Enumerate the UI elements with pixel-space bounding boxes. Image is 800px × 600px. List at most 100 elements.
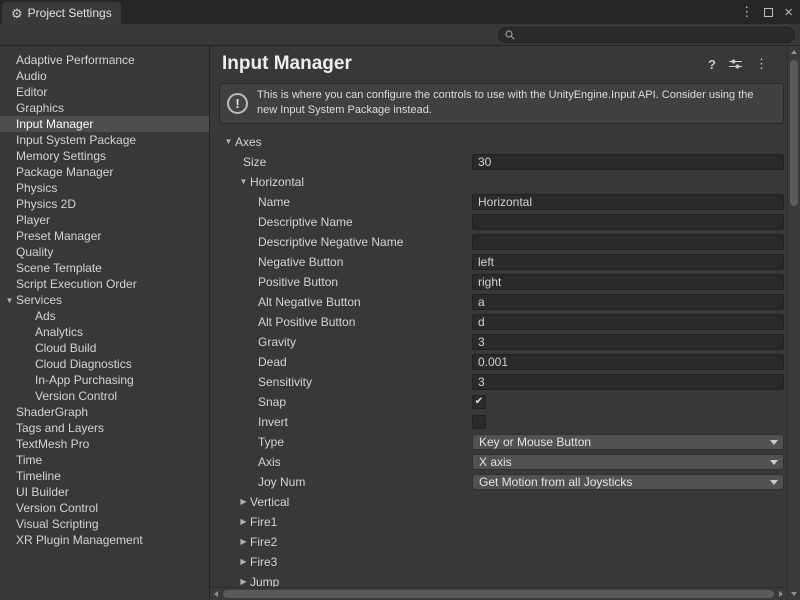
foldout-arrow-icon[interactable]: ▼	[237, 177, 250, 186]
row-label-area[interactable]: ▶Fire1	[210, 515, 784, 529]
vertical-scrollbar[interactable]	[787, 46, 800, 600]
sidebar-item-graphics[interactable]: Graphics	[0, 100, 209, 116]
field-area: Get Motion from all Joysticks	[472, 474, 784, 490]
sensitivity-input[interactable]	[472, 374, 784, 390]
foldout-arrow-icon[interactable]: ▼	[3, 296, 16, 305]
page-title: Input Manager	[222, 53, 708, 75]
negative-button-input[interactable]	[472, 254, 784, 270]
sidebar-item-time[interactable]: Time	[0, 452, 209, 468]
sidebar-item-ads[interactable]: Ads	[0, 308, 209, 324]
scroll-right-icon[interactable]	[779, 591, 783, 597]
field-label[interactable]: Fire3	[250, 555, 277, 569]
field-area	[472, 374, 784, 390]
sidebar-item-adaptive-performance[interactable]: Adaptive Performance	[0, 52, 209, 68]
row-axis: AxisX axis	[210, 452, 800, 472]
row-label-area: Gravity	[210, 335, 472, 349]
foldout-arrow-icon[interactable]: ▼	[222, 137, 235, 146]
scroll-up-icon[interactable]	[791, 50, 797, 54]
sidebar-item-timeline[interactable]: Timeline	[0, 468, 209, 484]
sidebar-item-player[interactable]: Player	[0, 212, 209, 228]
row-joy-num: Joy Num Get Motion from all Joysticks	[210, 472, 800, 492]
size-input[interactable]	[472, 154, 784, 170]
foldout-arrow-icon[interactable]: ▶	[237, 577, 250, 586]
maximize-icon[interactable]	[764, 8, 773, 17]
invert-checkbox[interactable]	[472, 415, 486, 429]
panel-menu-icon[interactable]: ⋮	[755, 56, 768, 72]
row-label-area: Axis	[210, 455, 472, 469]
descriptive-name-input[interactable]	[472, 214, 784, 230]
field-label[interactable]: Axes	[235, 135, 262, 149]
sidebar-item-version-control[interactable]: Version Control	[0, 500, 209, 516]
axis-dropdown[interactable]: X axis	[472, 454, 784, 470]
presets-icon[interactable]	[729, 58, 742, 70]
sidebar-item-script-execution-order[interactable]: Script Execution Order	[0, 276, 209, 292]
row-label-area: Alt Positive Button	[210, 315, 472, 329]
field-label[interactable]: Horizontal	[250, 175, 304, 189]
sidebar-item-preset-manager[interactable]: Preset Manager	[0, 228, 209, 244]
row-label-area[interactable]: ▼Axes	[210, 135, 784, 149]
sidebar-item-analytics[interactable]: Analytics	[0, 324, 209, 340]
sidebar-item-label: Time	[16, 453, 42, 467]
alt-positive-button-input[interactable]	[472, 314, 784, 330]
field-label[interactable]: Fire1	[250, 515, 277, 529]
scroll-down-icon[interactable]	[791, 592, 797, 596]
foldout-arrow-icon[interactable]: ▶	[237, 497, 250, 506]
sidebar-item-physics[interactable]: Physics	[0, 180, 209, 196]
tab-project-settings[interactable]: ⚙ Project Settings	[2, 2, 121, 24]
foldout-arrow-icon[interactable]: ▶	[237, 517, 250, 526]
gear-icon: ⚙	[11, 7, 23, 20]
field-label[interactable]: Fire2	[250, 535, 277, 549]
name-input[interactable]	[472, 194, 784, 210]
sidebar-item-tags-and-layers[interactable]: Tags and Layers	[0, 420, 209, 436]
sidebar-item-scene-template[interactable]: Scene Template	[0, 260, 209, 276]
scroll-left-icon[interactable]	[214, 591, 218, 597]
field-label: Joy Num	[258, 475, 305, 489]
sidebar-item-physics-2d[interactable]: Physics 2D	[0, 196, 209, 212]
alt-negative-button-input[interactable]	[472, 294, 784, 310]
row-label-area[interactable]: ▶Fire2	[210, 535, 784, 549]
dead-input[interactable]	[472, 354, 784, 370]
sidebar-item-input-manager[interactable]: Input Manager	[0, 116, 209, 132]
sidebar-item-cloud-diagnostics[interactable]: Cloud Diagnostics	[0, 356, 209, 372]
sidebar-item-input-system-package[interactable]: Input System Package	[0, 132, 209, 148]
positive-button-input[interactable]	[472, 274, 784, 290]
sidebar-item-version-control[interactable]: Version Control	[0, 388, 209, 404]
sidebar-item-package-manager[interactable]: Package Manager	[0, 164, 209, 180]
sidebar-item-audio[interactable]: Audio	[0, 68, 209, 84]
sidebar-item-in-app-purchasing[interactable]: In-App Purchasing	[0, 372, 209, 388]
sidebar-item-services[interactable]: ▼Services	[0, 292, 209, 308]
search-box[interactable]	[498, 27, 795, 43]
horizontal-scrollbar[interactable]	[210, 587, 787, 600]
sidebar-item-textmesh-pro[interactable]: TextMesh Pro	[0, 436, 209, 452]
foldout-arrow-icon[interactable]: ▶	[237, 537, 250, 546]
help-icon[interactable]: ?	[708, 57, 716, 72]
field-label[interactable]: Vertical	[250, 495, 289, 509]
horizontal-scrollbar-thumb[interactable]	[223, 590, 774, 598]
sidebar-item-memory-settings[interactable]: Memory Settings	[0, 148, 209, 164]
foldout-arrow-icon[interactable]: ▶	[237, 557, 250, 566]
sidebar-item-cloud-build[interactable]: Cloud Build	[0, 340, 209, 356]
window-menu-icon[interactable]: ⋮	[740, 4, 753, 20]
sidebar-item-xr-plugin-management[interactable]: XR Plugin Management	[0, 532, 209, 548]
sidebar-item-label: Script Execution Order	[16, 277, 137, 291]
joy-num-dropdown[interactable]: Get Motion from all Joysticks	[472, 474, 784, 490]
row-label-area[interactable]: ▶Fire3	[210, 555, 784, 569]
search-input[interactable]	[519, 29, 788, 41]
header-icons: ? ⋮	[708, 56, 768, 72]
sidebar-item-ui-builder[interactable]: UI Builder	[0, 484, 209, 500]
gravity-input[interactable]	[472, 334, 784, 350]
vertical-scrollbar-thumb[interactable]	[790, 60, 798, 206]
sidebar-item-label: UI Builder	[16, 485, 69, 499]
sidebar-item-visual-scripting[interactable]: Visual Scripting	[0, 516, 209, 532]
sidebar-item-shadergraph[interactable]: ShaderGraph	[0, 404, 209, 420]
snap-checkbox[interactable]: ✔	[472, 395, 486, 409]
info-icon: !	[227, 93, 248, 114]
row-label-area[interactable]: ▶Vertical	[210, 495, 784, 509]
close-icon[interactable]: ×	[784, 5, 793, 20]
row-label-area[interactable]: ▼Horizontal	[210, 175, 784, 189]
sidebar-item-editor[interactable]: Editor	[0, 84, 209, 100]
sidebar-item-quality[interactable]: Quality	[0, 244, 209, 260]
type-dropdown[interactable]: Key or Mouse Button	[472, 434, 784, 450]
descriptive-negative-name-input[interactable]	[472, 234, 784, 250]
sidebar-item-label: Input System Package	[16, 133, 136, 147]
